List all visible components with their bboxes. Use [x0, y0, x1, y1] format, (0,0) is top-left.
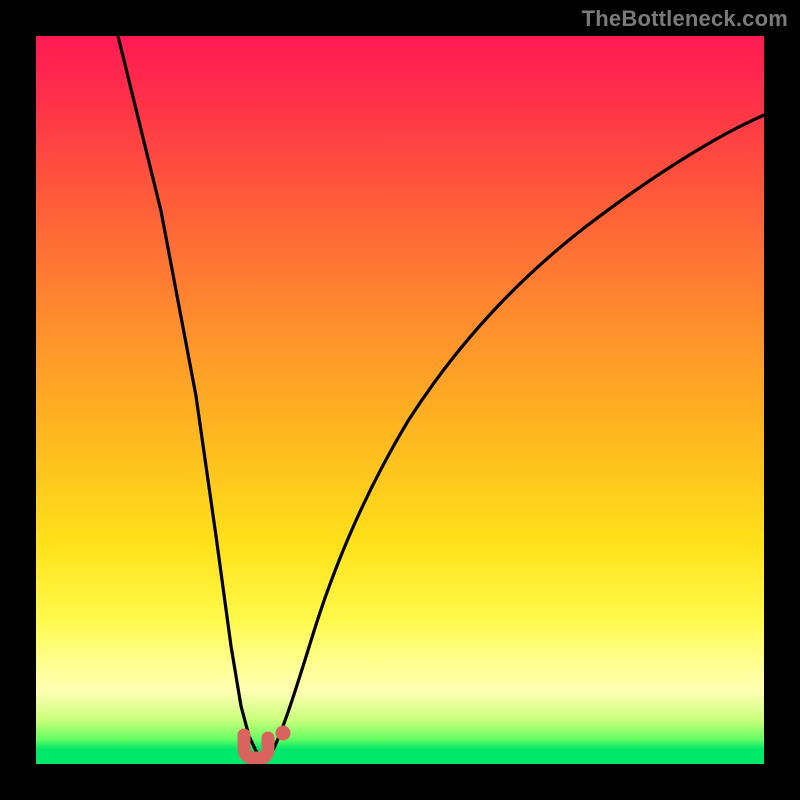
- bottleneck-curve-left: [118, 36, 261, 757]
- plot-area: [36, 36, 764, 764]
- valley-dot-right-marker: [276, 726, 291, 741]
- watermark-text: TheBottleneck.com: [582, 6, 788, 32]
- curve-layer: [36, 36, 764, 764]
- valley-u-marker: [244, 735, 268, 758]
- bottleneck-curve-right: [270, 115, 764, 756]
- outer-frame: TheBottleneck.com: [0, 0, 800, 800]
